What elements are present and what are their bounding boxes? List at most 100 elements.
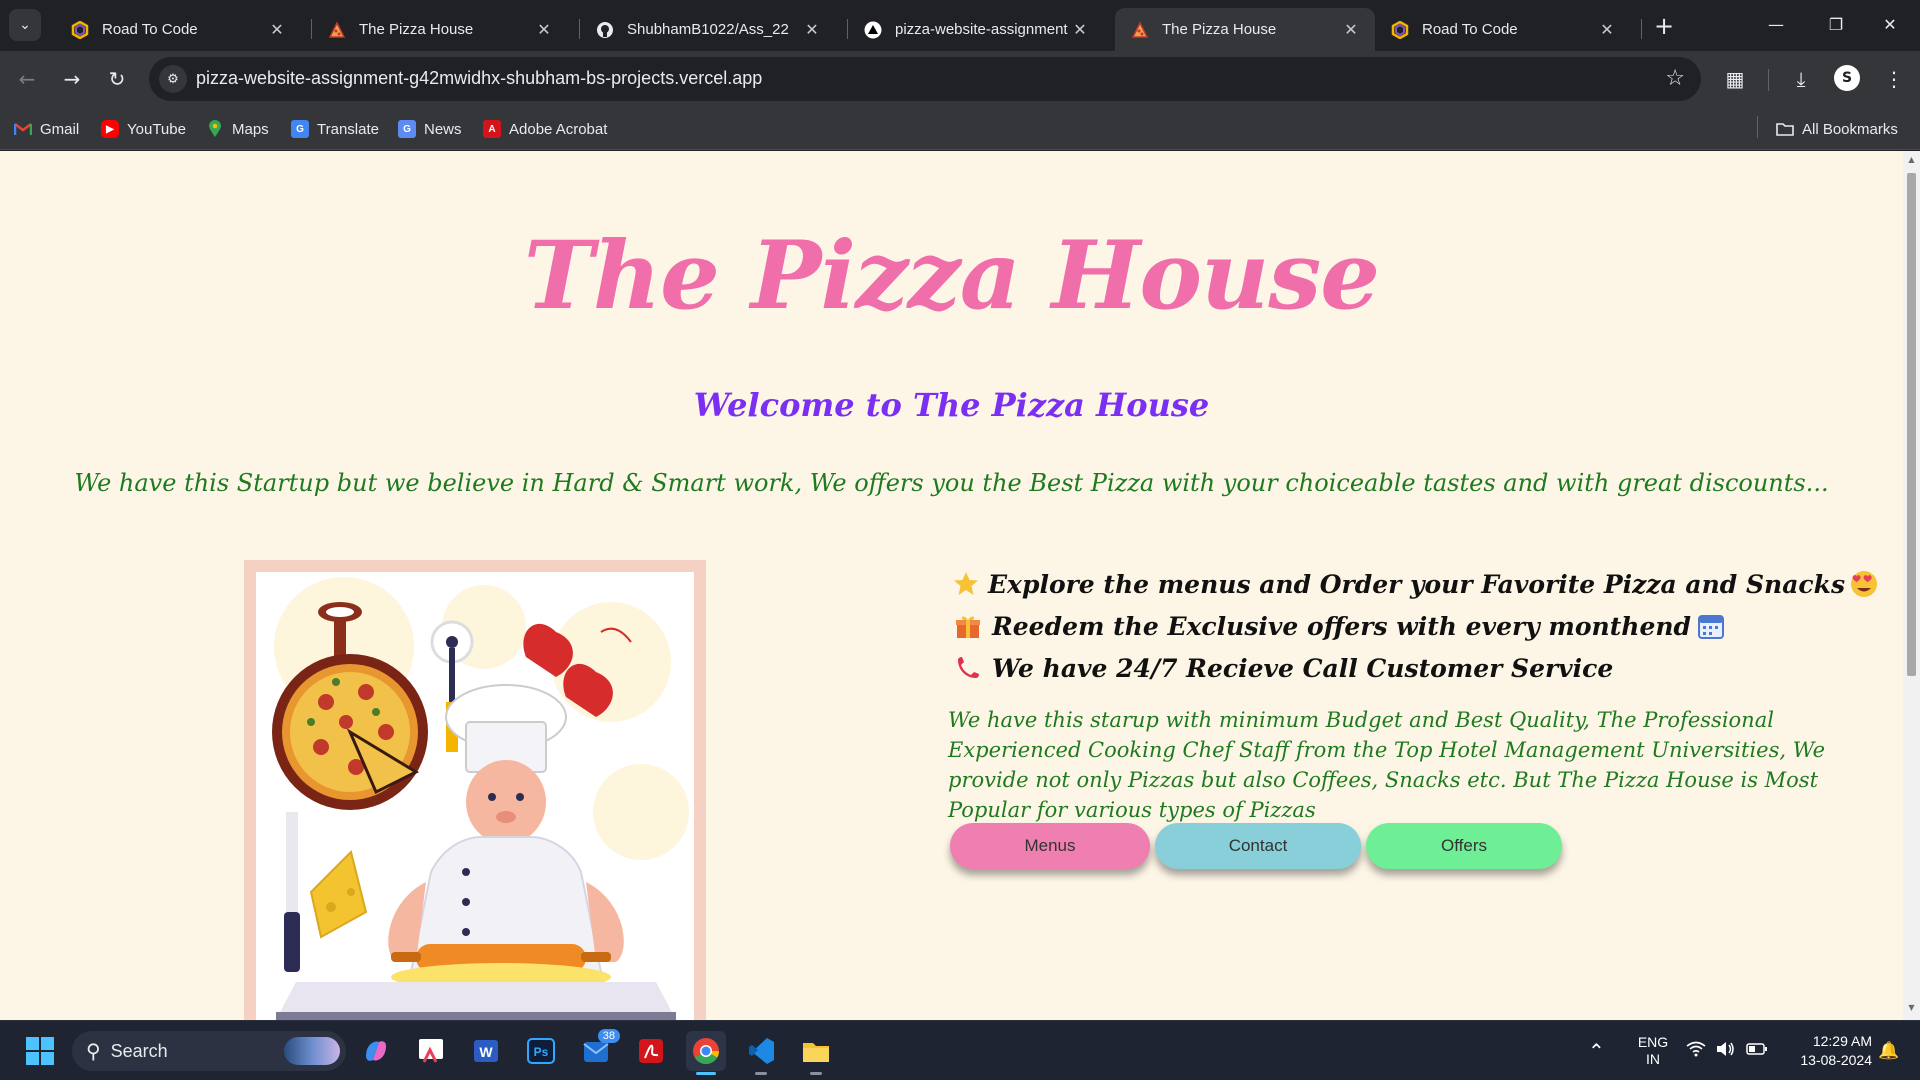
close-icon[interactable]: ✕ [1341, 20, 1361, 40]
tab-road-to-code-1[interactable]: Road To Code ✕ [55, 8, 301, 51]
reload-button[interactable]: ↻ [102, 64, 132, 94]
extensions-button[interactable]: ▦ [1720, 64, 1750, 94]
bookmark-translate[interactable]: G Translate [291, 117, 379, 141]
bookmark-label: Adobe Acrobat [509, 120, 608, 138]
search-highlight-icon [284, 1037, 340, 1065]
windows-icon [26, 1037, 54, 1065]
chrome-app[interactable] [686, 1031, 726, 1075]
minimize-button[interactable]: — [1746, 0, 1806, 48]
outlook-app[interactable]: 38 [576, 1029, 620, 1071]
road-to-code-icon [71, 20, 89, 39]
tab-pizza-house-1[interactable]: The Pizza House ✕ [312, 8, 568, 51]
contact-button[interactable]: Contact [1155, 823, 1361, 869]
quick-settings-button[interactable] [1686, 1021, 1768, 1080]
tray-overflow-button[interactable]: ⌃ [1588, 1021, 1605, 1080]
copilot-app[interactable] [356, 1031, 396, 1071]
search-icon: ⚲ [86, 1040, 101, 1063]
clock-time: 12:29 AM [1812, 1033, 1872, 1049]
battery-icon [1746, 1041, 1768, 1061]
restore-icon: ❐ [1828, 14, 1844, 34]
bookmark-label: News [424, 120, 462, 138]
tab-title: The Pizza House [1162, 21, 1277, 38]
road-to-code-icon [1391, 20, 1409, 39]
restore-button[interactable]: ❐ [1806, 0, 1866, 48]
close-window-button[interactable]: ✕ [1860, 0, 1920, 48]
address-bar[interactable]: ⚙ pizza-website-assignment-g42mwidhx-shu… [149, 57, 1701, 101]
feature-list: Explore the menus and Order your Favorit… [952, 563, 1878, 689]
vscode-app[interactable] [741, 1031, 781, 1075]
downloads-button[interactable]: ⤓ [1786, 64, 1816, 94]
tab-pizza-house-active[interactable]: The Pizza House ✕ [1115, 8, 1375, 51]
feature-text: Reedem the Exclusive offers with every m… [992, 611, 1692, 641]
brand-title: The Pizza House [523, 221, 1380, 331]
menu-button[interactable]: ⋮ [1879, 64, 1909, 94]
tab-title: The Pizza House [359, 21, 474, 38]
language-indicator[interactable]: ENG IN [1630, 1021, 1676, 1080]
feature-item: Reedem the Exclusive offers with every m… [952, 605, 1852, 647]
star-icon [952, 568, 980, 600]
word-app[interactable]: W [466, 1031, 506, 1071]
acrobat-app[interactable] [631, 1031, 671, 1071]
tab-vercel-project[interactable]: pizza-website-assignment ✕ [848, 8, 1104, 51]
page-scrollbar[interactable]: ▲ ▼ [1903, 151, 1920, 1020]
bookmark-star-icon[interactable]: ☆ [1665, 66, 1685, 91]
start-button[interactable] [20, 1031, 60, 1071]
profile-avatar[interactable]: S [1834, 65, 1860, 91]
tune-icon: ⚙ [167, 71, 179, 87]
pizza-icon [1131, 20, 1149, 39]
photoshop-app[interactable]: Ps [521, 1031, 561, 1071]
close-icon[interactable]: ✕ [267, 20, 287, 40]
snipping-tool-icon [419, 1039, 443, 1063]
menus-button[interactable]: Menus [950, 823, 1150, 869]
translate-icon: G [291, 120, 309, 138]
github-icon [596, 21, 614, 39]
scroll-down-icon[interactable]: ▼ [1907, 1003, 1916, 1012]
browser-toolbar: ← → ↻ ⚙ pizza-website-assignment-g42mwid… [0, 51, 1920, 108]
close-icon: ✕ [1883, 14, 1897, 34]
forward-button[interactable]: → [57, 64, 87, 94]
feature-text: We have 24/7 Recieve Call Customer Servi… [992, 653, 1614, 683]
bookmark-adobe-acrobat[interactable]: A Adobe Acrobat [483, 117, 607, 141]
news-icon: G [398, 120, 416, 138]
tab-road-to-code-2[interactable]: Road To Code ✕ [1375, 8, 1631, 51]
file-explorer-app[interactable] [796, 1031, 836, 1075]
active-indicator [696, 1072, 716, 1075]
new-tab-button[interactable]: + [1650, 12, 1678, 40]
gmail-icon [14, 120, 32, 138]
clock[interactable]: 12:29 AM 13-08-2024 [1780, 1021, 1872, 1080]
bell-icon: 🔔 [1878, 1041, 1900, 1060]
offers-button[interactable]: Offers [1366, 823, 1562, 869]
mail-badge: 38 [597, 1029, 620, 1043]
back-button[interactable]: ← [12, 64, 42, 94]
puzzle-icon: ▦ [1725, 67, 1745, 91]
close-icon[interactable]: ✕ [534, 20, 554, 40]
bookmark-youtube[interactable]: ▶ YouTube [101, 117, 186, 141]
tab-title: ShubhamB1022/Ass_22 [627, 21, 789, 38]
copilot-icon [366, 1041, 386, 1061]
arrow-right-icon: → [63, 67, 81, 91]
bookmark-gmail[interactable]: Gmail [14, 117, 79, 141]
minimize-icon: — [1768, 14, 1784, 34]
url-text[interactable]: pizza-website-assignment-g42mwidhx-shubh… [196, 68, 762, 89]
notifications-button[interactable]: 🔔 [1878, 1021, 1899, 1080]
tab-title: Road To Code [1422, 21, 1518, 38]
close-icon[interactable]: ✕ [802, 20, 822, 40]
bookmark-news[interactable]: G News [398, 117, 462, 141]
site-info-button[interactable]: ⚙ [159, 65, 187, 93]
chevron-up-icon: ⌃ [1588, 1040, 1605, 1063]
close-icon[interactable]: ✕ [1597, 20, 1617, 40]
scrollbar-thumb[interactable] [1907, 173, 1916, 676]
language-label: ENG [1637, 1034, 1669, 1050]
taskbar-search[interactable]: ⚲ Search [72, 1031, 346, 1071]
bookmark-maps[interactable]: Maps [206, 117, 269, 141]
tab-search-button[interactable]: ⌄ [9, 9, 41, 41]
close-icon[interactable]: ✕ [1070, 20, 1090, 40]
scroll-up-icon[interactable]: ▲ [1907, 155, 1916, 164]
all-bookmarks-button[interactable]: All Bookmarks [1776, 117, 1898, 141]
snipping-tool-app[interactable] [411, 1031, 451, 1071]
tab-github-repo[interactable]: ShubhamB1022/Ass_22 ✕ [580, 8, 836, 51]
search-label: Search [110, 1040, 168, 1061]
pizza-icon [328, 20, 346, 39]
phone-icon [952, 652, 984, 684]
hero-image-frame [244, 560, 706, 1020]
